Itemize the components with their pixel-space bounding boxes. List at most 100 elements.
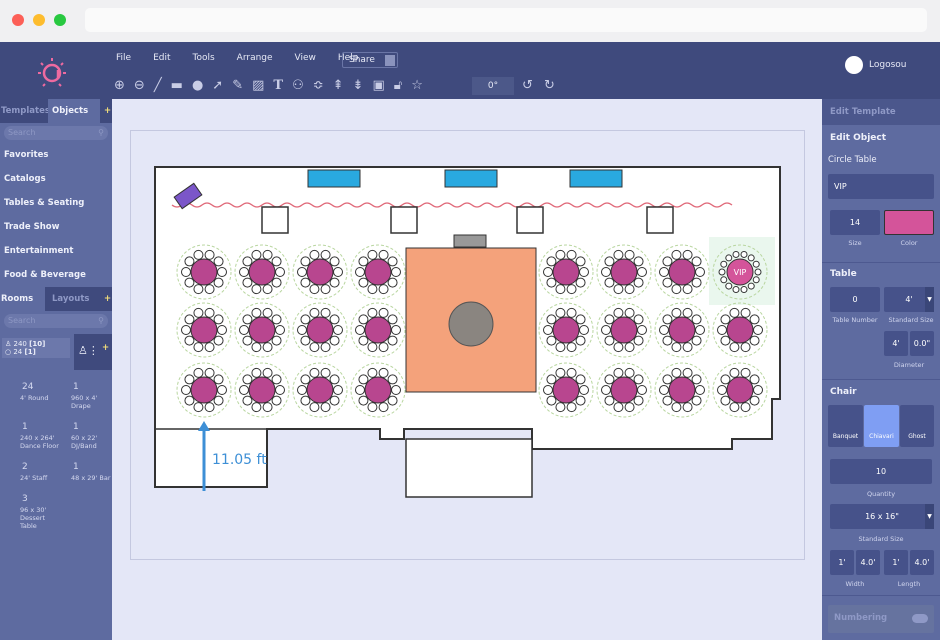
text-icon[interactable]: T xyxy=(273,78,283,93)
chair xyxy=(333,267,343,277)
tab-edit-template[interactable]: Edit Template xyxy=(822,99,940,125)
zoom-out-icon[interactable]: ⊖ xyxy=(134,78,145,93)
rooms-search-input[interactable]: Search ⚲ xyxy=(4,314,108,328)
chair xyxy=(367,402,378,413)
chair xyxy=(355,267,365,277)
category-favorites[interactable]: Favorites xyxy=(0,143,112,167)
chair-chiavari-option[interactable]: Chiavari xyxy=(864,405,899,447)
width-in-stepper[interactable]: 4.0' xyxy=(856,550,880,575)
menu-edit[interactable]: Edit xyxy=(153,53,170,63)
tab-objects[interactable]: Objects xyxy=(48,99,100,123)
chair xyxy=(729,307,740,318)
object-stat: 1 60 x 22' DJ/Band xyxy=(71,422,112,450)
user-menu[interactable]: Logosou xyxy=(845,56,906,74)
close-window-button[interactable] xyxy=(12,14,24,26)
undo-icon[interactable]: ↺ xyxy=(522,78,533,93)
chair xyxy=(695,267,705,277)
tab-rooms[interactable]: Rooms xyxy=(0,287,45,311)
length-in-stepper[interactable]: 4.0' xyxy=(910,550,934,575)
category-catalogs[interactable]: Catalogs xyxy=(0,167,112,191)
size-stepper[interactable]: 14 xyxy=(830,210,880,235)
category-entertainment[interactable]: Entertainment xyxy=(0,239,112,263)
chair xyxy=(217,385,227,395)
arrow-icon[interactable]: ➚ xyxy=(212,78,223,93)
width-ft-stepper[interactable]: 1' xyxy=(830,550,854,575)
add-icon[interactable]: + xyxy=(102,343,109,353)
diameter-in-stepper[interactable]: 0.0" xyxy=(910,331,934,356)
send-backward-icon[interactable]: ⇟ xyxy=(353,78,364,93)
length-ft-stepper[interactable]: 1' xyxy=(884,550,908,575)
browser-chrome xyxy=(0,0,940,42)
menu-view[interactable]: View xyxy=(295,53,316,63)
chair xyxy=(662,335,673,346)
fit-icon[interactable]: ▣ xyxy=(372,78,384,93)
pillar xyxy=(390,206,418,234)
floor-plan-canvas[interactable]: VIP 11.05 ft xyxy=(112,99,822,640)
chair xyxy=(320,342,331,353)
category-trade-show[interactable]: Trade Show xyxy=(0,215,112,239)
numbering-toggle[interactable] xyxy=(912,614,928,623)
chair xyxy=(566,367,577,378)
chair xyxy=(320,284,331,295)
chair xyxy=(181,267,191,277)
rectangle-icon[interactable]: ▬ xyxy=(171,78,183,93)
lock-icon[interactable]: 🔓︎ xyxy=(394,78,402,93)
chair-size-select[interactable]: 16 x 16" ▼ xyxy=(830,504,934,529)
tab-layouts[interactable]: Layouts xyxy=(48,287,93,311)
line-icon[interactable]: ╱ xyxy=(154,78,162,93)
tab-templates[interactable]: Templates xyxy=(0,99,54,123)
chair xyxy=(251,402,262,413)
guest-icon[interactable]: ♙⋮ xyxy=(78,344,99,357)
object-stat: 3 96 x 30' Dessert Table xyxy=(20,494,61,530)
chair xyxy=(204,367,215,378)
menu-arrange[interactable]: Arrange xyxy=(237,53,273,63)
chair xyxy=(213,256,224,267)
chair xyxy=(213,335,224,346)
chair xyxy=(740,342,751,353)
floor-plan[interactable]: VIP 11.05 ft xyxy=(112,99,822,640)
chair-banquet-option[interactable]: Banquet xyxy=(828,405,863,447)
address-bar[interactable] xyxy=(85,8,927,32)
redo-icon[interactable]: ↻ xyxy=(544,78,555,93)
menu-file[interactable]: File xyxy=(116,53,131,63)
chair xyxy=(217,267,227,277)
circle-icon[interactable]: ● xyxy=(192,78,203,93)
group-icon[interactable]: ⚇ xyxy=(292,78,304,93)
chair xyxy=(601,385,611,395)
category-food-beverage[interactable]: Food & Beverage xyxy=(0,263,112,287)
chair xyxy=(367,307,378,318)
chevron-down-icon[interactable] xyxy=(384,55,395,66)
tab-edit-object[interactable]: Edit Object xyxy=(830,133,886,143)
chair xyxy=(391,325,401,335)
chair xyxy=(662,256,673,267)
chair xyxy=(181,385,191,395)
rotation-input[interactable]: 0° xyxy=(472,77,514,95)
table-number-stepper[interactable]: 0 xyxy=(830,287,880,312)
name-input[interactable]: VIP xyxy=(828,174,934,199)
category-tables-seating[interactable]: Tables & Seating xyxy=(0,191,112,215)
chair xyxy=(633,374,644,385)
pencil-icon[interactable]: ✎ xyxy=(232,78,243,93)
chair-ghost-option[interactable]: Ghost xyxy=(900,405,934,447)
color-picker[interactable] xyxy=(884,210,934,235)
stat-label: 96 x 30' Dessert Table xyxy=(20,506,47,530)
diameter-ft-stepper[interactable]: 4' xyxy=(884,331,908,356)
chair xyxy=(691,314,702,325)
maximize-window-button[interactable] xyxy=(54,14,66,26)
star-icon[interactable]: ☆ xyxy=(411,78,423,93)
zoom-in-icon[interactable]: ⊕ xyxy=(114,78,125,93)
minimize-window-button[interactable] xyxy=(33,14,45,26)
image-icon[interactable]: ▨ xyxy=(252,78,264,93)
quantity-stepper[interactable]: 10 xyxy=(830,459,932,484)
chair xyxy=(753,385,763,395)
numbering-row: Numbering xyxy=(828,605,934,633)
ungroup-icon[interactable]: ≎ xyxy=(313,78,324,93)
chair xyxy=(740,367,751,378)
standard-size-select[interactable]: 4' ▼ xyxy=(884,287,934,312)
chair xyxy=(637,267,647,277)
objects-search-input[interactable]: Search ⚲ xyxy=(4,126,108,140)
menu-tools[interactable]: Tools xyxy=(193,53,215,63)
share-button[interactable]: Share xyxy=(342,52,398,68)
chair xyxy=(546,395,557,406)
bring-forward-icon[interactable]: ⇞ xyxy=(333,78,344,93)
